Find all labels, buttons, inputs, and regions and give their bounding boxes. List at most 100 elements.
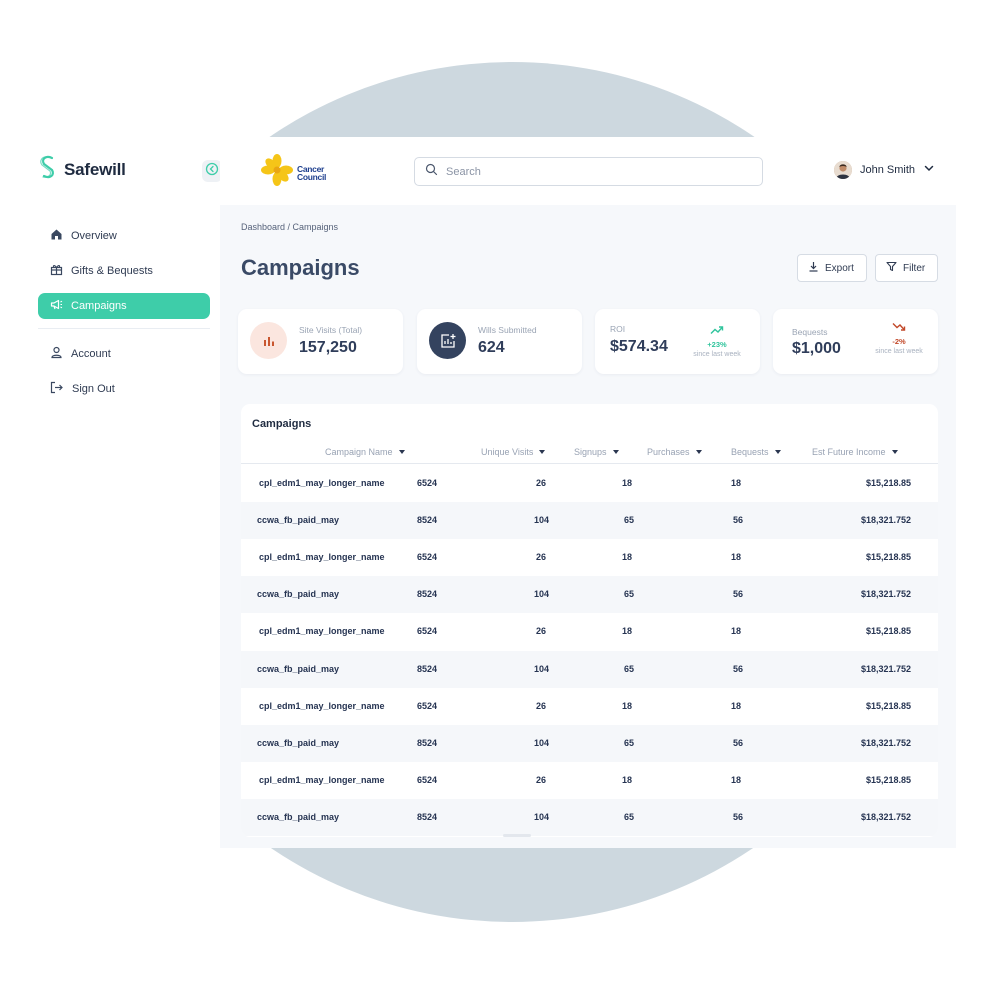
cell-bequests: 56 [733,663,744,674]
cell-bequests: 18 [731,478,742,488]
column-header-label: Unique Visits [481,447,534,457]
sidebar-item-label: Overview [71,230,117,242]
column-header-purchases[interactable]: Purchases [647,447,702,457]
sidebar-item-label: Campaigns [71,300,127,312]
cell-campaign-name: ccwa_fb_paid_may [257,737,340,748]
breadcrumb[interactable]: Dashboard / Campaigns [241,222,338,232]
chevron-down-icon[interactable] [923,161,935,179]
cell-purchases: 18 [622,552,633,563]
stat-label: ROI [610,324,626,334]
stat-label: Wills Submitted [478,325,537,335]
sidebar-item-campaigns[interactable]: Campaigns [38,293,210,319]
cell-signups: 26 [536,478,547,488]
cell-bequests: 18 [731,626,742,637]
column-header-bequests[interactable]: Bequests [731,447,781,457]
cell-campaign-name: ccwa_fb_paid_may [257,663,340,674]
column-header-signups[interactable]: Signups [574,447,619,457]
table-row[interactable]: ccwa_fb_paid_may 8524 104 65 56 $18,321.752 [241,724,938,762]
column-header-est-future-income[interactable]: Est Future Income [812,447,898,457]
column-header-label: Bequests [731,447,769,457]
cell-est-future-income: $15,218.85 [865,478,911,488]
cell-est-future-income: $18,321.752 [860,589,911,600]
collapse-sidebar-button[interactable] [202,160,222,182]
cell-unique-visits: 8524 [417,663,438,674]
sort-caret-icon [612,450,619,454]
download-icon [808,261,819,275]
cell-signups: 26 [536,552,547,563]
cell-campaign-name: ccwa_fb_paid_may [257,811,340,822]
cell-signups: 104 [534,737,550,748]
cell-est-future-income: $15,218.85 [865,626,911,637]
cell-est-future-income: $15,218.85 [865,700,911,711]
cell-est-future-income: $18,321.752 [860,737,911,748]
cell-est-future-income: $18,321.752 [860,811,911,822]
page-title: Campaigns [241,255,360,280]
sidebar-item-label: Account [71,348,111,360]
table-row[interactable]: cpl_edm1_may_longer_name 6524 26 18 18 $15,21… [241,688,938,725]
cell-signups: 104 [534,589,550,600]
table-row[interactable]: ccwa_fb_paid_may 8524 104 65 56 $18,321.752 [241,650,938,688]
trend-indicator: +23% since last week [689,322,745,358]
filter-button-label: Filter [903,262,926,274]
trend-up-icon [710,322,724,339]
export-button[interactable]: Export [797,254,867,282]
daffodil-icon [260,153,294,192]
cell-unique-visits: 6524 [417,626,438,637]
cell-est-future-income: $18,321.752 [860,663,911,674]
table-row[interactable]: cpl_edm1_may_longer_name 6524 26 18 18 $15,21… [241,539,938,576]
brand[interactable]: Safewill [38,154,126,185]
cell-unique-visits: 8524 [417,737,438,748]
cell-bequests: 56 [733,737,744,748]
cell-bequests: 18 [731,774,742,785]
chart-add-icon [429,322,466,359]
table-row[interactable]: cpl_edm1_may_longer_name 6524 26 18 18 $15,21… [241,465,938,502]
avatar [834,161,852,179]
stage: Safewill Overview Gifts & Bequests Campa… [0,0,984,984]
column-header-unique-visits[interactable]: Unique Visits [481,447,546,457]
table-row[interactable]: ccwa_fb_paid_may 8524 104 65 56 $18,321.752 [241,798,938,836]
bar-chart-icon [250,322,287,359]
cell-purchases: 18 [622,774,633,785]
cell-est-future-income: $15,218.85 [865,552,911,563]
cell-signups: 26 [536,774,547,785]
cell-purchases: 65 [624,515,635,526]
trend-indicator: -2% since last week [871,319,927,355]
sort-caret-icon [695,450,702,454]
table-row[interactable]: cpl_edm1_may_longer_name 6524 26 18 18 $15,21… [241,762,938,799]
search-input[interactable] [446,165,736,178]
cell-bequests: 18 [731,552,742,563]
user-menu[interactable]: John Smith [834,161,935,179]
column-header-campaign-name[interactable]: Campaign Name [325,447,405,457]
filter-icon [886,261,897,275]
table-row[interactable]: cpl_edm1_may_longer_name 6524 26 18 18 $15,21… [241,613,938,650]
search-box[interactable] [414,157,763,186]
cell-unique-visits: 6524 [417,552,438,563]
cell-campaign-name: ccwa_fb_paid_may [257,515,340,526]
table-row[interactable]: ccwa_fb_paid_may 8524 104 65 56 $18,321.752 [241,502,938,540]
table-header: Campaign Name Unique Visits Signups Purc… [241,442,938,464]
cell-unique-visits: 8524 [417,811,438,822]
user-icon [50,346,63,362]
sidebar: Safewill Overview Gifts & Bequests Campa… [30,137,222,848]
sidebar-item-account[interactable]: Account [38,341,210,367]
scrollbar-thumb[interactable] [503,834,531,837]
stat-label: Bequests [792,327,828,337]
safewill-logo-icon [38,154,58,185]
sidebar-item-gifts-bequests[interactable]: Gifts & Bequests [38,258,210,284]
sidebar-item-overview[interactable]: Overview [38,223,210,249]
cell-campaign-name: cpl_edm1_may_longer_name [259,478,385,488]
sidebar-item-sign-out[interactable]: Sign Out [38,376,210,402]
main-content: Dashboard / Campaigns Campaigns Export F… [220,205,956,848]
cell-signups: 26 [536,626,547,637]
cell-purchases: 65 [624,811,635,822]
table-row[interactable]: ccwa_fb_paid_may 8524 104 65 56 $18,321.752 [241,576,938,614]
topbar: Cancer Council John Smith [220,137,956,205]
org-name: Cancer Council [297,164,326,181]
cell-bequests: 18 [731,700,742,711]
trend-percent: +23% [707,340,727,349]
cell-purchases: 65 [624,737,635,748]
nav-divider [38,328,210,329]
cell-signups: 104 [534,515,550,526]
home-icon [50,228,63,244]
filter-button[interactable]: Filter [875,254,938,282]
